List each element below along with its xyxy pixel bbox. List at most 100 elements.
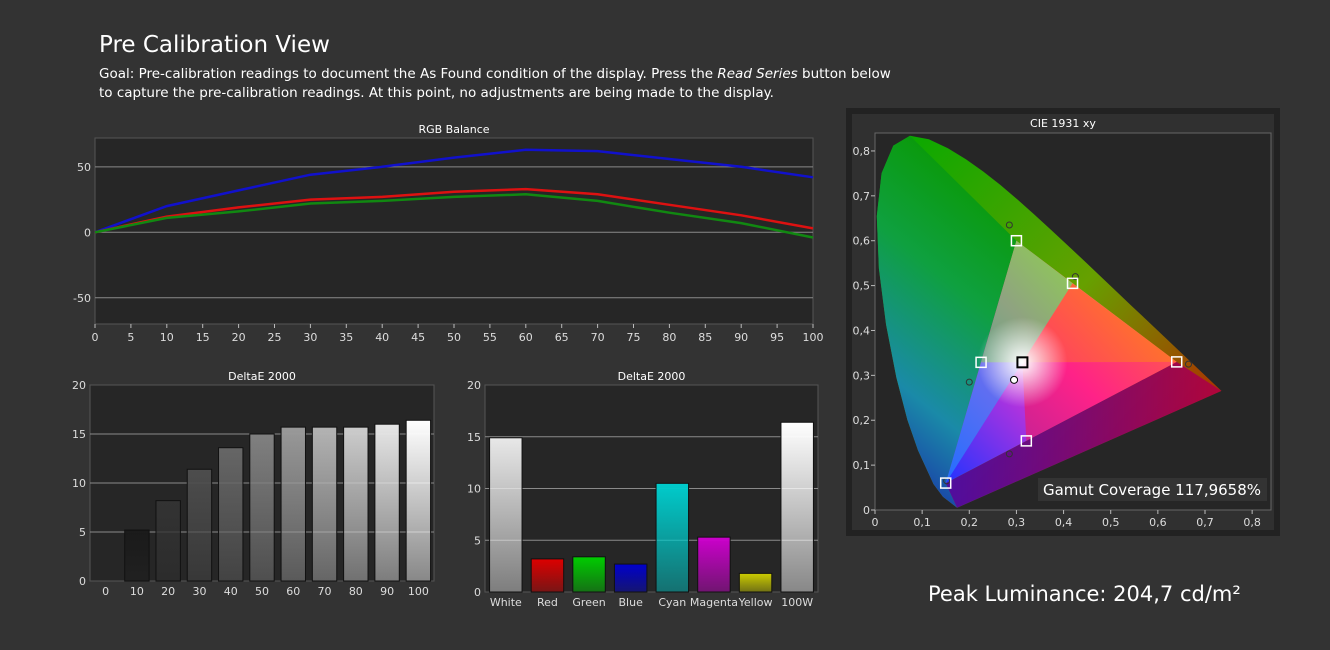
gray-x-tick-label: 60 [286,585,300,598]
gray-x-tick-label: 10 [130,585,144,598]
color-x-tick-label: Green [572,596,605,609]
deltae-grayscale-chart: DeltaE 2000 0 5 10 15 20 0 10 20 30 40 50 60 70 80 90 10… [72,370,435,598]
rgb-x-tick-label: 65 [555,331,569,344]
color-bar-blue [613,563,648,593]
gamut-coverage-label: Gamut Coverage 117,9658% [1043,481,1261,499]
goal-description: Goal: Pre-calibration readings to docume… [99,65,899,103]
rgb-x-tick-label: 75 [627,331,641,344]
gray-bar-90 [374,423,400,582]
cie-x-tick-label: 0,8 [1243,516,1261,529]
color-bar-white [489,437,523,593]
deltae-colors-chart: DeltaE 2000 0 5 10 15 20 White Red Green Blue Cyan… [467,370,819,609]
rgb-x-tick-label: 40 [375,331,389,344]
cie-y-tick-label: 0,5 [853,280,871,293]
color-x-tick-label: Cyan [658,596,686,609]
read-series-reference: Read Series [717,66,798,82]
rgb-x-tick-label: 35 [339,331,353,344]
rgb-x-tick-label: 90 [734,331,748,344]
gray-bar-20 [155,500,181,582]
gray-y-tick-label: 15 [72,428,86,441]
page-title: Pre Calibration View [99,32,330,58]
cie-y-tick-label: 0,1 [853,459,871,472]
gray-x-tick-label: 80 [349,585,363,598]
rgb-x-tick-label: 80 [662,331,676,344]
cie-x-tick-label: 0,7 [1196,516,1214,529]
cie-y-tick-label: 0,6 [853,235,871,248]
rgb-chart-title: RGB Balance [418,123,489,136]
gray-bar-100 [405,419,432,582]
rgb-plot-area [94,137,814,325]
rgb-y-tick-label: -50 [73,292,91,305]
cie-x-tick-label: 0,3 [1008,516,1026,529]
rgb-x-tick-label: 20 [232,331,246,344]
cie-x-tick-label: 0,4 [1055,516,1073,529]
color-bar-100w [780,421,814,593]
rgb-x-tick-label: 100 [803,331,824,344]
rgb-x-tick-label: 95 [770,331,784,344]
gray-y-tick-label: 5 [79,526,86,539]
rgb-y-tick-label: 0 [84,226,91,239]
gray-x-tick-label: 100 [408,585,429,598]
color-bar-cyan [655,482,690,593]
cie-measured-white [1010,375,1019,384]
color-x-tick-label: Yellow [738,596,773,609]
cie-1931-chart: CIE 1931 xy 0 0,1 0,2 0,3 0,4 0,5 0,6 0,7 0,8 0 0,1… [846,108,1280,536]
cie-y-tick-label: 0,4 [853,324,871,337]
rgb-x-tick-label: 50 [447,331,461,344]
cie-white-glow [977,317,1068,408]
rgb-x-tick-label: 70 [591,331,605,344]
gray-x-tick-label: 50 [255,585,269,598]
rgb-x-tick-label: 15 [196,331,210,344]
color-x-tick-label: White [490,596,522,609]
cie-y-tick-label: 0,3 [853,369,871,382]
gray-bar-70 [311,426,338,582]
peak-luminance: Peak Luminance: 204,7 cd/m² [928,582,1241,606]
color-x-tick-label: Blue [619,596,644,609]
rgb-x-tick-label: 5 [127,331,134,344]
color-y-tick-label: 5 [474,534,481,547]
rgb-x-tick-label: 45 [411,331,425,344]
color-title: DeltaE 2000 [618,370,686,383]
color-y-tick-label: 15 [467,431,481,444]
color-x-tick-label: 100W [781,596,813,609]
color-y-tick-label: 10 [467,483,481,496]
gray-y-tick-label: 20 [72,379,86,392]
gray-bar-80 [343,426,369,582]
color-bar-red [530,558,565,593]
color-bar-yellow [738,572,773,593]
color-bar-magenta [697,536,731,593]
rgb-x-tick-label: 30 [303,331,317,344]
cie-x-tick-label: 0,6 [1149,516,1167,529]
cie-title: CIE 1931 xy [1030,117,1096,130]
rgb-x-tick-label: 55 [483,331,497,344]
rgb-x-tick-label: 60 [519,331,533,344]
cie-y-tick-label: 0 [863,504,870,517]
gray-x-tick-label: 90 [380,585,394,598]
cie-y-tick-label: 0,8 [853,145,871,158]
rgb-x-tick-label: 25 [268,331,282,344]
color-y-tick-label: 20 [467,379,481,392]
color-y-tick-label: 0 [474,586,481,599]
gray-bar-10 [124,529,150,582]
gray-x-tick-label: 0 [102,585,109,598]
rgb-y-tick-label: 50 [77,161,91,174]
gray-y-tick-label: 10 [72,477,86,490]
color-x-tick-label: Magenta [690,596,738,609]
rgb-x-tick-label: 85 [698,331,712,344]
gray-x-tick-label: 70 [318,585,332,598]
rgb-x-tick-label: 10 [160,331,174,344]
cie-y-tick-label: 0,7 [853,190,871,203]
cie-x-tick-label: 0,5 [1102,516,1120,529]
cie-x-tick-label: 0 [872,516,879,529]
gray-x-tick-label: 30 [192,585,206,598]
gray-y-tick-label: 0 [79,575,86,588]
cie-y-tick-label: 0,2 [853,414,871,427]
cie-x-tick-label: 0,1 [913,516,931,529]
rgb-x-tick-label: 0 [92,331,99,344]
gray-bar-60 [280,426,306,582]
goal-text-prefix: Goal: Pre-calibration readings to docume… [99,66,718,82]
gray-title: DeltaE 2000 [228,370,296,383]
cie-x-tick-label: 0,2 [961,516,979,529]
gray-x-tick-label: 40 [224,585,238,598]
gray-x-tick-label: 20 [161,585,175,598]
